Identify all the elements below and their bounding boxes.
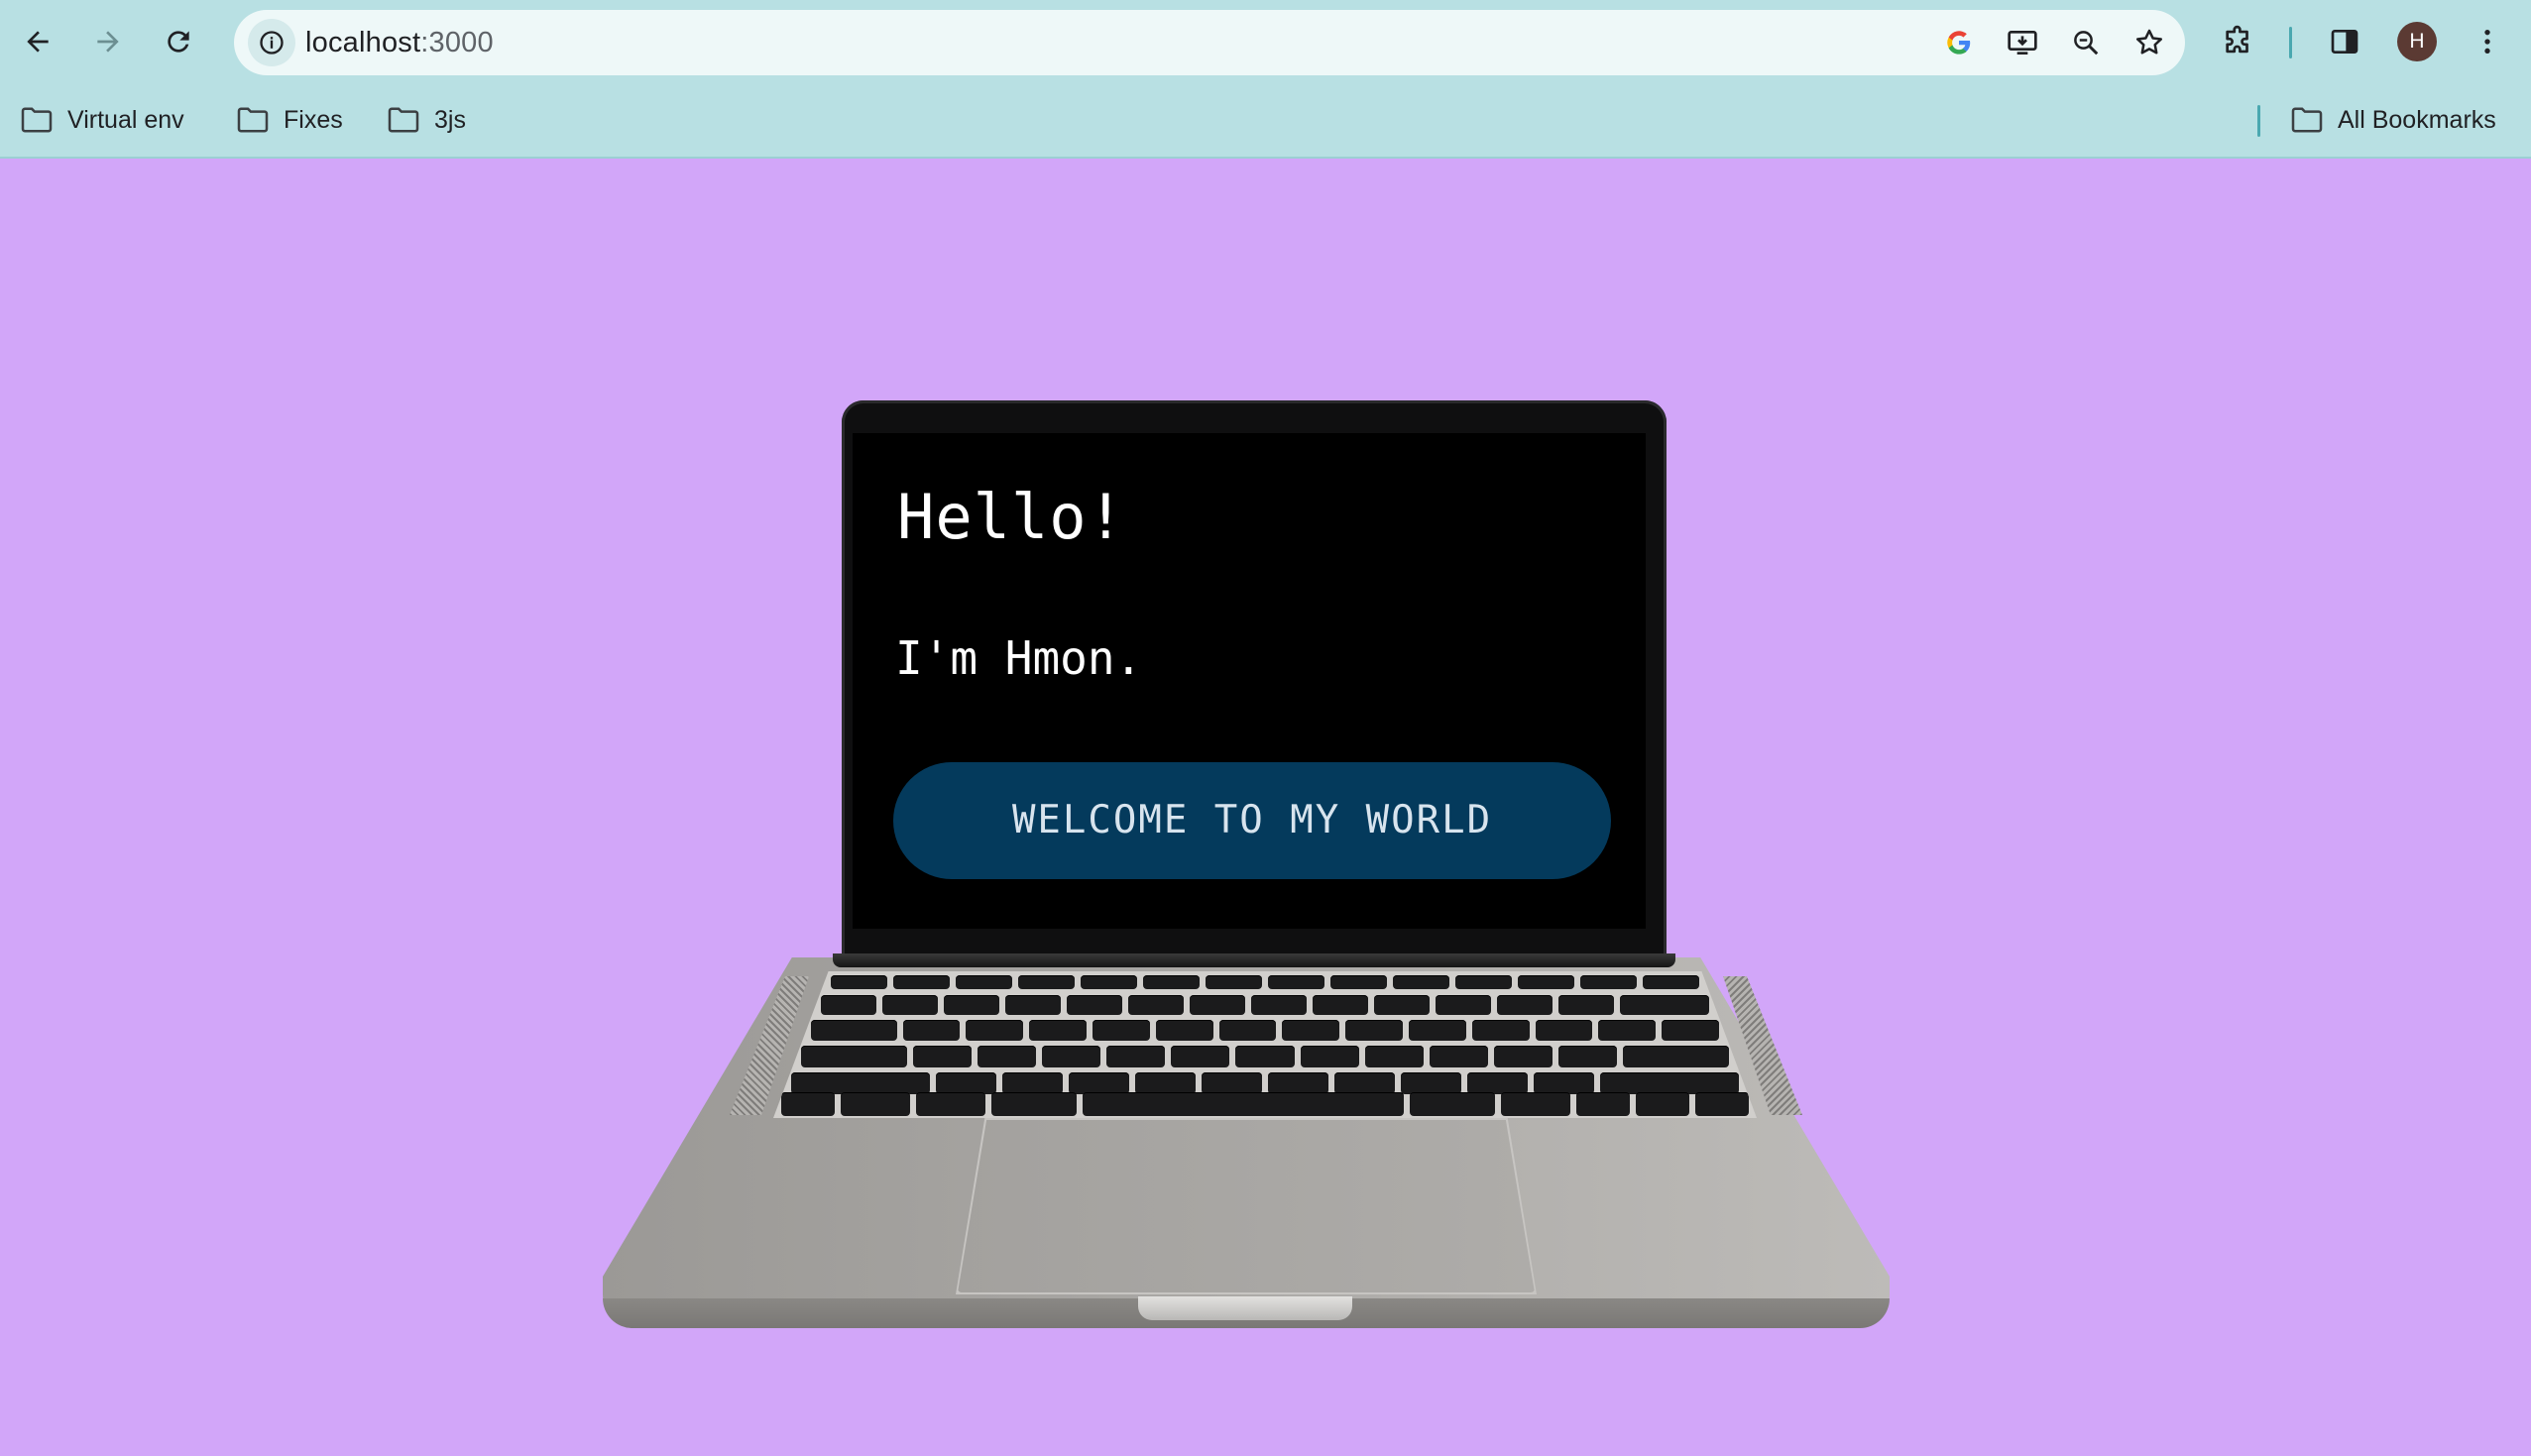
keyboard-key — [1106, 1046, 1166, 1067]
keyboard-key — [1313, 995, 1369, 1015]
keyboard-key — [1202, 1072, 1262, 1094]
keyboard-key — [821, 995, 877, 1015]
keyboard-key — [1268, 975, 1324, 989]
keyboard-key — [1535, 1020, 1593, 1041]
keyboard-key — [801, 1046, 907, 1067]
keyboard-key — [1206, 975, 1262, 989]
keyboard-key — [791, 1072, 931, 1094]
keyboard-key — [781, 1092, 835, 1116]
keyboard-key — [1494, 1046, 1553, 1067]
keyboard-key — [1501, 1092, 1571, 1116]
keyboard-key — [1081, 975, 1137, 989]
keyboard-key — [1374, 995, 1431, 1015]
keyboard-key — [1018, 975, 1075, 989]
keyboard-key — [1135, 1072, 1197, 1094]
keyboard-key — [956, 975, 1012, 989]
keyboard-key — [1558, 1046, 1618, 1067]
keyboard-key — [1218, 1020, 1277, 1041]
keyboard-key — [1041, 1046, 1101, 1067]
laptop-hinge — [833, 953, 1675, 967]
keyboard-key — [977, 1046, 1036, 1067]
keyboard-key — [1620, 995, 1710, 1015]
keyboard-key — [1190, 995, 1246, 1015]
keyboard-key — [1409, 1092, 1496, 1116]
keyboard-key — [916, 1092, 986, 1116]
greeting-heading: Hello! — [897, 481, 1125, 553]
key-row — [821, 995, 1710, 1015]
keyboard-key — [1171, 1046, 1230, 1067]
keyboard-key — [1143, 975, 1200, 989]
keyboard-key — [991, 1092, 1078, 1116]
keyboard-key — [1083, 1092, 1404, 1116]
laptop-model: Hello! I'm Hmon. WELCOME TO MY WORLD — [0, 0, 2531, 1456]
keyboard-key — [1623, 1046, 1729, 1067]
key-row — [791, 1072, 1739, 1094]
keyboard-key — [811, 1020, 897, 1041]
keyboard-key — [1235, 1046, 1295, 1067]
keyboard-key — [1598, 1020, 1657, 1041]
intro-text: I'm Hmon. — [895, 631, 1143, 685]
keyboard-key — [1580, 975, 1637, 989]
keyboard-key — [1067, 995, 1123, 1015]
keyboard-key — [966, 1020, 1024, 1041]
keyboard-key — [1300, 1046, 1359, 1067]
keyboard-key — [1002, 1072, 1064, 1094]
trackpad — [958, 1120, 1535, 1292]
key-row — [811, 1020, 1720, 1041]
keyboard-key — [1282, 1020, 1340, 1041]
keyboard-key — [1029, 1020, 1088, 1041]
keyboard-key — [1400, 1072, 1461, 1094]
lid-notch — [1138, 1296, 1352, 1320]
keyboard-key — [1128, 995, 1185, 1015]
keyboard-key — [1497, 995, 1553, 1015]
keyboard-key — [1471, 1020, 1530, 1041]
keyboard-key — [1267, 1072, 1328, 1094]
keyboard-key — [1455, 975, 1512, 989]
keyboard-key — [1005, 995, 1062, 1015]
keyboard-key — [1345, 1020, 1404, 1041]
keyboard-key — [1364, 1046, 1424, 1067]
welcome-button[interactable]: WELCOME TO MY WORLD — [893, 762, 1611, 879]
keyboard-key — [1636, 1092, 1690, 1116]
keyboard-key — [902, 1020, 961, 1041]
keyboard — [773, 971, 1757, 1118]
keyboard-key — [936, 1072, 997, 1094]
keyboard-key — [1466, 1072, 1528, 1094]
keyboard-key — [944, 995, 1000, 1015]
key-row — [801, 1046, 1729, 1067]
keyboard-key — [1409, 1020, 1466, 1041]
keyboard-key — [840, 1092, 911, 1116]
keyboard-key — [1069, 1072, 1130, 1094]
keyboard-key — [1333, 1072, 1395, 1094]
keyboard-key — [831, 975, 887, 989]
keyboard-key — [1599, 1072, 1739, 1094]
keyboard-key — [1576, 1092, 1631, 1116]
keyboard-key — [1330, 975, 1387, 989]
keyboard-key — [1518, 975, 1574, 989]
keyboard-key — [1393, 975, 1449, 989]
keyboard-key — [1643, 975, 1699, 989]
keyboard-key — [1155, 1020, 1213, 1041]
keyboard-key — [893, 975, 950, 989]
keyboard-key — [882, 995, 939, 1015]
keyboard-key — [1533, 1072, 1594, 1094]
keyboard-key — [1436, 995, 1492, 1015]
keyboard-key — [1251, 995, 1308, 1015]
keyboard-key — [1662, 1020, 1720, 1041]
key-row — [831, 975, 1699, 989]
keyboard-key — [1093, 1020, 1150, 1041]
keyboard-key — [1558, 995, 1615, 1015]
keyboard-key — [1695, 1092, 1750, 1116]
keyboard-key — [912, 1046, 972, 1067]
keyboard-key — [1429, 1046, 1489, 1067]
key-row — [781, 1092, 1750, 1116]
